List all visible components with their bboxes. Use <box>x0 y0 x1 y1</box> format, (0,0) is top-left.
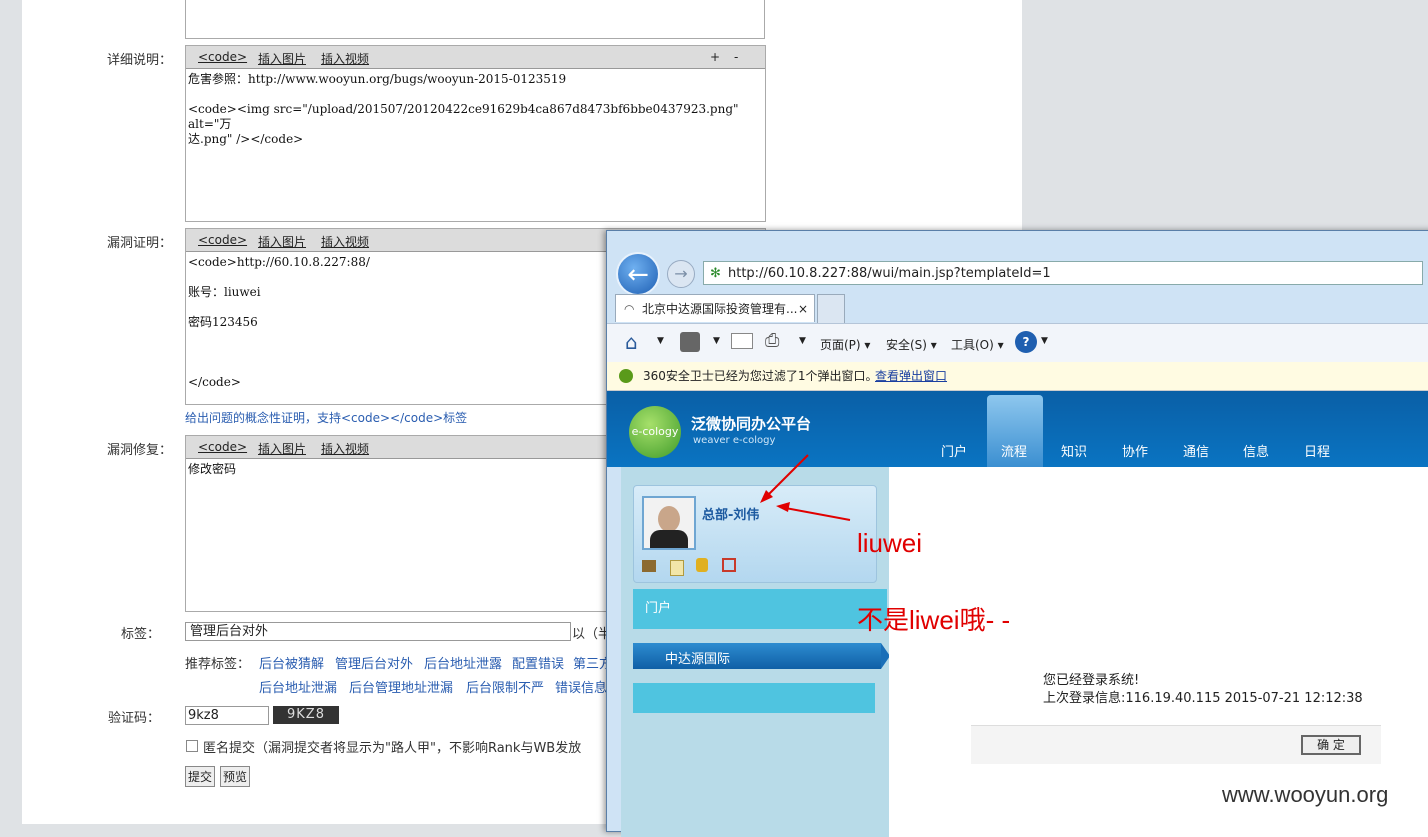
book-icon[interactable] <box>642 560 656 572</box>
back-icon[interactable]: ← <box>616 252 660 296</box>
sidebar-item-org[interactable]: 中达源国际 <box>633 643 881 669</box>
insert-image-button[interactable]: 插入图片 <box>258 50 306 67</box>
insert-video-button[interactable]: 插入视频 <box>321 440 369 457</box>
shrink-button[interactable]: - <box>734 50 738 64</box>
watermark: www.wooyun.org <box>1222 782 1389 807</box>
user-name[interactable]: 总部-刘伟 <box>702 504 759 523</box>
annotation-name: liuwei <box>857 528 923 558</box>
tab-title: 北京中达源国际投资管理有... <box>642 302 798 316</box>
popup-infobar: 360安全卫士已经为您过滤了1个弹出窗口。 查看弹出窗口 <box>607 362 1428 391</box>
close-icon[interactable]: × <box>798 295 808 323</box>
nav-portal[interactable]: 门户 <box>941 441 967 460</box>
captcha-label: 验证码： <box>107 711 160 726</box>
left-sidebar: 总部-刘伟 门户 中达源国际 <box>621 467 890 837</box>
confirm-button[interactable]: 确 定 <box>1301 735 1361 755</box>
help-icon[interactable]: ? <box>1015 331 1037 353</box>
avatar <box>642 496 696 550</box>
detail-textarea[interactable]: 危害参照：http://www.wooyun.org/bugs/wooyun-2… <box>186 69 765 150</box>
submit-button[interactable]: 提交 <box>185 766 216 787</box>
captcha-input[interactable]: 9kz8 <box>185 706 269 725</box>
insert-video-button[interactable]: 插入视频 <box>321 233 369 250</box>
anonymous-checkbox[interactable] <box>186 740 198 752</box>
site-icon: ✻ <box>710 266 721 281</box>
command-bar: ⌂ ▼ ▼ ⎙ ▼ 页面(P) ▾ 安全(S) ▾ 工具(O) ▾ ? ▼ <box>607 323 1428 363</box>
shield-icon <box>619 369 633 383</box>
nav-comm[interactable]: 通信 <box>1183 441 1209 460</box>
security-menu[interactable]: 安全(S) ▾ <box>886 336 937 353</box>
insert-image-button[interactable]: 插入图片 <box>258 440 306 457</box>
home-icon[interactable]: ⌂ <box>625 330 638 354</box>
nav-schedule[interactable]: 日程 <box>1304 441 1330 460</box>
dropdown-arrow-icon[interactable]: ▼ <box>713 336 720 346</box>
code-button[interactable]: <code> <box>198 233 247 247</box>
sidebar-item-empty[interactable] <box>633 683 875 713</box>
mail-icon[interactable] <box>731 333 753 349</box>
detail-label: 详细说明： <box>106 53 172 68</box>
loading-icon: ◠ <box>624 302 635 316</box>
tags-label: 标签： <box>120 627 160 642</box>
expand-button[interactable]: + <box>710 50 720 64</box>
note-icon[interactable] <box>670 560 684 576</box>
infobar-text: 360安全卫士已经为您过滤了1个弹出窗口。 <box>643 369 878 383</box>
tags-input[interactable]: 管理后台对外 <box>185 622 571 641</box>
lock-icon[interactable] <box>696 558 708 572</box>
dropdown-arrow-icon[interactable]: ▼ <box>657 336 664 346</box>
address-bar[interactable]: ✻ http://60.10.8.227:88/wui/main.jsp?tem… <box>703 261 1423 285</box>
tag-link[interactable]: 管理后台对外 <box>335 653 413 672</box>
app-subtitle: weaver e-cology <box>693 435 776 446</box>
dropdown-arrow-icon[interactable]: ▼ <box>799 336 806 346</box>
page-menu[interactable]: 页面(P) ▾ <box>820 336 870 353</box>
tag-link[interactable]: 配置错误 <box>512 653 564 672</box>
sidebar-item-portal[interactable]: 门户 <box>633 589 887 629</box>
anonymous-label: 匿名提交（漏洞提交者将显示为"路人甲"，不影响Rank与WB发放 <box>203 741 582 756</box>
annotation-note: 不是liwei哦- - <box>857 605 1011 635</box>
captcha-image[interactable]: 9KZ8 <box>273 706 339 724</box>
code-button[interactable]: <code> <box>198 440 247 454</box>
code-button[interactable]: <code> <box>198 50 247 64</box>
proof-label: 漏洞证明： <box>106 236 172 251</box>
app-header: e-cology 泛微协同办公平台 weaver e-cology 门户 流程 … <box>607 391 1428 467</box>
rss-icon[interactable] <box>680 332 700 352</box>
nav-workflow[interactable]: 流程 <box>1001 441 1027 460</box>
browser-window: ← → ✻ http://60.10.8.227:88/wui/main.jsp… <box>606 230 1428 837</box>
fix-label: 漏洞修复： <box>106 443 172 458</box>
user-profile-card: 总部-刘伟 <box>633 485 877 583</box>
tools-menu[interactable]: 工具(O) ▾ <box>951 336 1004 353</box>
nav-knowledge[interactable]: 知识 <box>1061 441 1087 460</box>
nav-collab[interactable]: 协作 <box>1122 441 1148 460</box>
app-logo: e-cology <box>629 406 681 458</box>
tag-link[interactable]: 后台地址泄露 <box>424 653 502 672</box>
forward-icon[interactable]: → <box>667 260 695 288</box>
insert-video-button[interactable]: 插入视频 <box>321 50 369 67</box>
tag-link[interactable]: 错误信息 <box>555 677 607 696</box>
org-chart-icon[interactable] <box>722 558 736 572</box>
app-title: 泛微协同办公平台 <box>691 415 812 433</box>
browser-tab[interactable]: ◠ 北京中达源国际投资管理有... × <box>615 294 815 322</box>
address-url: http://60.10.8.227:88/wui/main.jsp?templ… <box>728 266 1051 281</box>
tag-link[interactable]: 后台管理地址泄漏 <box>349 677 453 696</box>
print-icon[interactable]: ⎙ <box>765 330 779 351</box>
tag-link[interactable]: 后台地址泄漏 <box>259 677 337 696</box>
insert-image-button[interactable]: 插入图片 <box>258 233 306 250</box>
proof-hint: 给出问题的概念性证明，支持<code></code>标签 <box>185 411 468 425</box>
last-login-info: 上次登录信息:116.19.40.115 2015-07-21 12:12:38 <box>1043 691 1363 706</box>
recommend-label: 推荐标签： <box>184 657 250 672</box>
new-tab-button[interactable] <box>817 294 845 323</box>
detail-editor[interactable]: <code> 插入图片 插入视频 + - 危害参照：http://www.woo… <box>185 45 766 222</box>
tag-link[interactable]: 后台被猜解 <box>259 653 324 672</box>
dropdown-arrow-icon[interactable]: ▼ <box>1041 336 1048 346</box>
nav-info[interactable]: 信息 <box>1243 441 1269 460</box>
tag-link[interactable]: 后台限制不严 <box>466 677 544 696</box>
detail-toolbar: <code> 插入图片 插入视频 + - <box>186 46 765 69</box>
infobar-link[interactable]: 查看弹出窗口 <box>875 362 947 390</box>
previous-textarea[interactable] <box>185 0 765 39</box>
login-message: 您已经登录系统! <box>1043 673 1140 688</box>
preview-button[interactable]: 预览 <box>220 766 251 787</box>
